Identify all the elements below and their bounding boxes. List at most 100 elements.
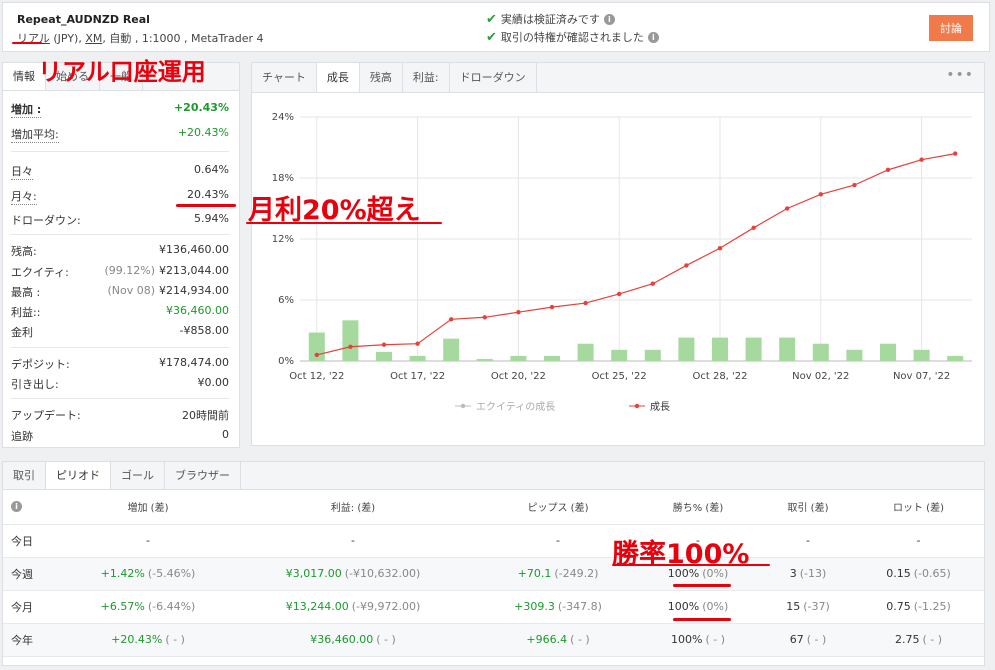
- table-header: i 増加 (差) 利益: (差) ピップス (差) 勝ち% (差) 取引 (差)…: [3, 490, 984, 525]
- discuss-button[interactable]: 討論: [929, 15, 973, 41]
- divider: [11, 347, 229, 348]
- data-point: [415, 341, 420, 346]
- data-point: [650, 281, 655, 286]
- chart-tabs: チャート 成長 残高 利益: ドローダウン: [252, 63, 984, 93]
- cell-diff: (-249.2): [554, 567, 599, 580]
- cell-value: ¥3,017.00: [285, 567, 342, 580]
- check-icon: ✔: [486, 11, 497, 27]
- verified-trading-privileges: ✔ 取引の特権が確認されました i: [486, 29, 659, 45]
- bar: [376, 351, 392, 361]
- bar: [577, 343, 594, 361]
- tab-drawdown[interactable]: ドローダウン: [450, 63, 537, 92]
- col-winrate: 勝ち% (差): [633, 490, 763, 525]
- cell-value: 100%: [667, 600, 700, 613]
- table-cell: +309.3 (-347.8): [483, 590, 633, 624]
- bar: [409, 355, 426, 361]
- x-tick-label: Oct 12, '22: [289, 371, 344, 382]
- cell-diff: ( - ): [922, 633, 943, 646]
- stat-gain: 増加 : +20.43%: [11, 101, 229, 118]
- stat-withdrawals: 引き出し: ¥0.00: [11, 376, 229, 391]
- table-cell: +1.42% (-5.46%): [73, 557, 223, 591]
- tab-profit[interactable]: 利益:: [403, 63, 450, 92]
- stat-monthly: 月々: 20.43%: [11, 188, 229, 205]
- cell-value: +70.1: [517, 567, 552, 580]
- annotation-underline: [673, 584, 731, 587]
- tab-goals[interactable]: ゴール: [111, 462, 165, 489]
- cell-value: 0.75: [886, 600, 911, 613]
- cell-diff: ( - ): [806, 633, 827, 646]
- broker-link[interactable]: XM: [85, 32, 102, 45]
- x-tick-label: Oct 17, '22: [390, 371, 445, 382]
- tab-period[interactable]: ピリオド: [46, 462, 111, 489]
- tab-chart[interactable]: チャート: [252, 63, 317, 92]
- data-point: [348, 344, 353, 349]
- data-point: [314, 352, 319, 358]
- privileges-text: 取引の特権が確認されました: [500, 31, 644, 44]
- cell-value: 3: [789, 567, 797, 580]
- legend-equity-label: エクイティの成長: [476, 401, 555, 413]
- cell-value: -: [806, 534, 810, 547]
- cell-value: 15: [786, 600, 801, 613]
- legend-equity-marker: [460, 403, 466, 409]
- bar: [745, 337, 762, 361]
- data-point: [919, 157, 924, 162]
- table-cell: -: [853, 524, 984, 558]
- data-point: [381, 342, 387, 347]
- bar: [880, 343, 896, 361]
- bar: [611, 349, 628, 361]
- account-title: Repeat_AUDNZD Real: [17, 13, 150, 26]
- tab-growth[interactable]: 成長: [316, 63, 360, 92]
- col-trades: 取引 (差): [763, 490, 853, 525]
- cell-value: 0.15: [886, 567, 911, 580]
- bar: [846, 349, 863, 361]
- cell-diff: (-347.8): [557, 600, 602, 613]
- cell-diff: ( - ): [376, 633, 396, 646]
- data-point: [583, 300, 588, 306]
- table-cell: +6.57% (-6.44%): [73, 590, 223, 624]
- cell-value: ¥13,244.00: [285, 600, 349, 613]
- cell-diff: (-¥9,972.00): [351, 600, 421, 613]
- bar: [476, 358, 493, 361]
- bar: [712, 337, 728, 361]
- info-icon[interactable]: i: [647, 31, 659, 43]
- period-tabs: 取引 ピリオド ゴール ブラウザー: [3, 462, 984, 490]
- y-tick-label: 24%: [272, 112, 294, 123]
- stat-profit: 利益:: ¥36,460.00: [11, 304, 229, 319]
- tab-balance[interactable]: 残高: [360, 63, 403, 92]
- cell-diff: (-37): [803, 600, 830, 613]
- table-row: 今週 +1.42% (-5.46%) ¥3,017.00 (-¥10,632.00) +7…: [3, 557, 984, 591]
- bar: [644, 349, 661, 361]
- info-icon[interactable]: i: [11, 501, 22, 513]
- tab-trades[interactable]: 取引: [3, 462, 46, 489]
- data-point: [885, 167, 891, 173]
- account-header: Repeat_AUDNZD Real リアル (JPY), XM, 自動 , 1…: [2, 2, 990, 52]
- bar: [812, 343, 829, 361]
- cell-value: 2.75: [894, 633, 920, 646]
- y-tick-label: 0%: [278, 356, 294, 367]
- row-label: 今月: [3, 590, 73, 624]
- cell-value: +6.57%: [100, 600, 145, 613]
- annotation-underline: [612, 564, 770, 566]
- stat-tracking: 追跡 0: [11, 428, 229, 443]
- cell-value: -: [146, 534, 150, 547]
- table-cell: 0.15 (-0.65): [853, 557, 984, 591]
- stat-equity: エクイティ: (99.12%) ¥213,044.00: [11, 264, 229, 279]
- table-row: 今日 - - - - - -: [3, 524, 984, 558]
- info-icon[interactable]: i: [603, 13, 615, 25]
- bar: [947, 355, 964, 361]
- stats-panel: 情報 始める 一般 増加 : +20.43% 増加平均: +20.43% 日々 0.6…: [2, 62, 240, 448]
- bar: [678, 337, 695, 361]
- col-gain: 増加 (差): [73, 490, 223, 525]
- tab-browser[interactable]: ブラウザー: [165, 462, 241, 489]
- table-cell: ¥3,017.00 (-¥10,632.00): [223, 557, 483, 591]
- stat-interest: 金利 -¥858.00: [11, 324, 229, 339]
- cell-diff: (-13): [799, 567, 827, 580]
- y-tick-label: 12%: [272, 234, 294, 245]
- stat-drawdown: ドローダウン: 5.94%: [11, 212, 229, 227]
- bar: [913, 349, 930, 361]
- cell-value: 67: [789, 633, 804, 646]
- table-cell: -: [763, 524, 853, 558]
- more-options-icon[interactable]: •••: [946, 67, 974, 83]
- legend-growth-marker: [634, 403, 640, 409]
- data-point: [818, 192, 823, 197]
